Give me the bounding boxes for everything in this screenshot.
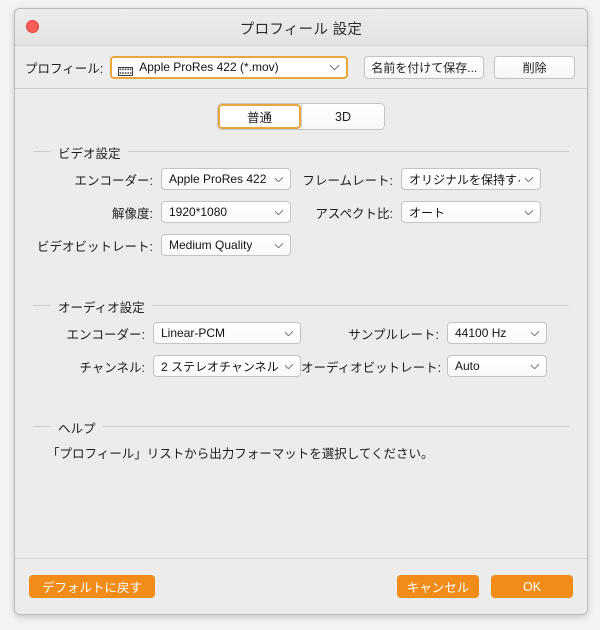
tab-normal[interactable]: 普通 xyxy=(218,104,301,129)
chevron-down-icon xyxy=(531,361,539,369)
audio-encoder-select[interactable]: Linear-PCM xyxy=(153,322,301,344)
video-encoder-select[interactable]: Apple ProRes 422 xyxy=(161,168,291,190)
audio-settings-title: オーディオ設定 xyxy=(51,297,152,316)
channel-select[interactable]: 2 ステレオチャンネル xyxy=(153,355,301,377)
sample-rate-select[interactable]: 44100 Hz xyxy=(447,322,547,344)
delete-button[interactable]: 削除 xyxy=(494,55,575,79)
video-encoder-row: エンコーダー: Apple ProRes 422 フレームレート: オリジナルを… xyxy=(33,168,569,190)
chevron-down-icon xyxy=(531,328,539,336)
video-encoder-value: Apple ProRes 422 xyxy=(169,172,267,186)
help-title: ヘルプ xyxy=(51,418,103,437)
video-encoder-label: エンコーダー: xyxy=(74,173,153,188)
sample-rate-value: 44100 Hz xyxy=(455,326,507,340)
audio-bitrate-label: オーディオビットレート: xyxy=(301,360,442,375)
framerate-label: フレームレート: xyxy=(302,173,393,188)
framerate-select[interactable]: オリジナルを保持する xyxy=(401,168,541,190)
profile-label: プロフィール: xyxy=(25,61,104,76)
chevron-down-icon xyxy=(285,361,293,369)
segmented-control: 普通 3D xyxy=(218,104,384,129)
settings-body: 普通 3D ビデオ設定 エンコーダー: Apple ProRes 422 フレー… xyxy=(15,89,587,558)
sample-rate-label: サンプルレート: xyxy=(348,327,439,342)
chevron-down-icon xyxy=(285,328,293,336)
channel-label: チャンネル: xyxy=(79,360,145,375)
profile-select[interactable]: Apple ProRes 422 (*.mov) xyxy=(110,55,349,79)
video-settings-group: ビデオ設定 エンコーダー: Apple ProRes 422 フレームレート: … xyxy=(33,143,569,271)
audio-settings-group: オーディオ設定 エンコーダー: Linear-PCM サンプルレート: 4410… xyxy=(33,297,569,392)
cancel-button[interactable]: キャンセル xyxy=(397,575,479,598)
framerate-value: オリジナルを保持する xyxy=(409,172,520,187)
video-bitrate-label: ビデオビットレート: xyxy=(37,239,153,254)
aspect-ratio-value: オート xyxy=(409,205,446,220)
chevron-down-icon xyxy=(525,174,533,182)
video-bitrate-value: Medium Quality xyxy=(169,238,253,252)
channel-value: 2 ステレオチャンネル xyxy=(161,359,279,374)
chevron-down-icon xyxy=(275,174,283,182)
audio-encoder-label: エンコーダー: xyxy=(66,327,145,342)
video-bitrate-row: ビデオビットレート: Medium Quality xyxy=(33,234,569,256)
resolution-select[interactable]: 1920*1080 xyxy=(161,201,291,223)
video-settings-title: ビデオ設定 xyxy=(51,143,128,162)
reset-defaults-button[interactable]: デフォルトに戻す xyxy=(29,575,156,598)
audio-encoder-row: エンコーダー: Linear-PCM サンプルレート: 44100 Hz xyxy=(33,322,569,344)
save-as-button[interactable]: 名前を付けて保存... xyxy=(364,55,485,79)
audio-encoder-value: Linear-PCM xyxy=(161,326,226,340)
tab-3d[interactable]: 3D xyxy=(301,104,384,129)
window-title: プロフィール 設定 xyxy=(239,22,363,38)
channel-row: チャンネル: 2 ステレオチャンネル オーディオビットレート: Auto xyxy=(33,355,569,377)
profile-settings-window: プロフィール 設定 プロフィール: Apple ProRes 422 (*.mo… xyxy=(14,8,588,615)
resolution-label: 解像度: xyxy=(112,206,153,221)
aspect-ratio-label: アスペクト比: xyxy=(315,206,393,221)
dialog-footer: デフォルトに戻す キャンセル OK xyxy=(15,558,587,614)
profile-value: Apple ProRes 422 (*.mov) xyxy=(139,60,279,74)
chevron-down-icon xyxy=(525,207,533,215)
aspect-ratio-select[interactable]: オート xyxy=(401,201,541,223)
help-group: ヘルプ 「プロフィール」リストから出力フォーマットを選択してください。 xyxy=(33,418,569,462)
audio-bitrate-value: Auto xyxy=(455,359,480,373)
chevron-down-icon xyxy=(275,240,283,248)
resolution-row: 解像度: 1920*1080 アスペクト比: オート xyxy=(33,201,569,223)
film-strip-icon xyxy=(118,63,134,76)
chevron-down-icon xyxy=(331,62,339,70)
video-bitrate-select[interactable]: Medium Quality xyxy=(161,234,291,256)
mode-tabs: 普通 3D xyxy=(33,104,569,129)
screenshot-root: プロフィール 設定 プロフィール: Apple ProRes 422 (*.mo… xyxy=(0,0,600,630)
ok-button[interactable]: OK xyxy=(491,575,573,598)
resolution-value: 1920*1080 xyxy=(169,205,228,219)
help-text: 「プロフィール」リストから出力フォーマットを選択してください。 xyxy=(47,447,434,461)
audio-bitrate-select[interactable]: Auto xyxy=(447,355,547,377)
window-titlebar: プロフィール 設定 xyxy=(15,9,587,46)
profile-toolbar: プロフィール: Apple ProRes 422 (*.mov) 名前を付けて保… xyxy=(15,46,587,89)
chevron-down-icon xyxy=(275,207,283,215)
